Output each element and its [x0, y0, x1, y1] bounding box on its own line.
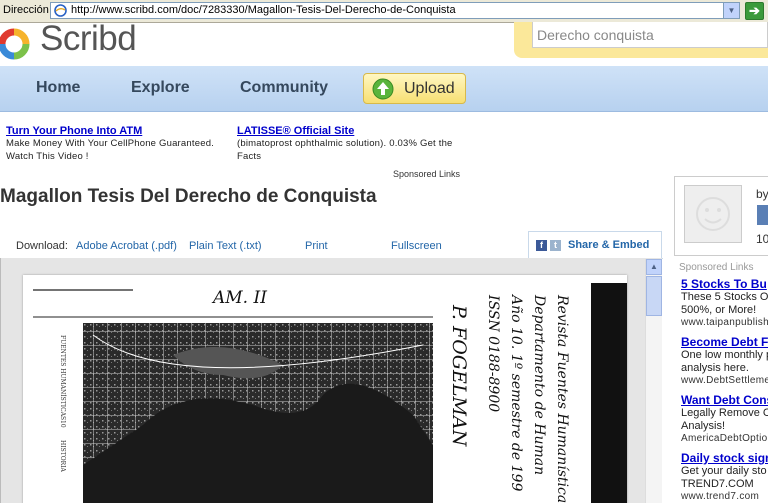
- scribd-logo[interactable]: Scribd: [0, 22, 150, 62]
- side-ad-body: 500%, or More!: [681, 304, 757, 316]
- side-ad: Become Debt Fr One low monthly p analysi…: [681, 335, 768, 386]
- avatar[interactable]: [684, 185, 742, 243]
- address-bar: Dirección http://www.scribd.com/doc/7283…: [0, 0, 768, 23]
- download-pdf-link[interactable]: Adobe Acrobat (.pdf): [76, 240, 177, 252]
- handwritten-line: Año 10. 1º semestre de 199: [508, 293, 524, 491]
- ad-title-link[interactable]: Turn Your Phone Into ATM: [6, 125, 234, 137]
- upload-label: Upload: [404, 80, 455, 97]
- side-ad: 5 Stocks To Bu These 5 Stocks O 500%, or…: [681, 277, 768, 328]
- scribd-logo-icon: [0, 28, 30, 60]
- side-ad-body: analysis here.: [681, 362, 749, 374]
- handwritten-line: ISSN 0188-8900: [485, 294, 501, 412]
- scroll-up-icon[interactable]: ▲: [646, 259, 662, 275]
- arrow-right-icon: ➔: [749, 3, 760, 18]
- margin-text: HISTORIA: [59, 440, 66, 473]
- side-ad: Want Debt Cons Legally Remove C Analysis…: [681, 393, 768, 444]
- nav-community[interactable]: Community: [240, 79, 328, 97]
- print-link[interactable]: Print: [305, 240, 328, 252]
- ad-title-link[interactable]: LATISSE® Official Site: [237, 125, 463, 137]
- side-ad-title-link[interactable]: Want Debt Cons: [681, 393, 768, 407]
- scroll-thumb[interactable]: [646, 276, 662, 316]
- logo-text: Scribd: [40, 22, 137, 58]
- nav-explore[interactable]: Explore: [131, 79, 190, 97]
- side-ad-body: Legally Remove C: [681, 407, 768, 419]
- side-ad-url[interactable]: www.taipanpublish: [681, 317, 768, 328]
- upload-button[interactable]: Upload: [363, 73, 466, 104]
- upload-arrow-icon: [372, 78, 394, 100]
- sponsored-links-label: Sponsored Links: [393, 169, 461, 179]
- side-ad-url[interactable]: AmericaDebtOptio: [681, 433, 768, 444]
- side-ad-body: Get your daily sto: [681, 465, 767, 477]
- side-ad-title-link[interactable]: 5 Stocks To Bu: [681, 277, 768, 291]
- ad-latisse: LATISSE® Official Site (bimatoprost opht…: [237, 125, 463, 163]
- handwritten-name: P. FOGELMAN: [448, 304, 470, 448]
- ad-phone-atm: Turn Your Phone Into ATM Make Money With…: [6, 125, 234, 163]
- viewer-scrollbar[interactable]: ▲: [645, 259, 662, 503]
- download-txt-link[interactable]: Plain Text (.txt): [189, 240, 262, 252]
- go-button[interactable]: ➔: [745, 2, 764, 20]
- url-text: http://www.scribd.com/doc/7283330/Magall…: [71, 4, 456, 16]
- share-embed-tab[interactable]: f t Share & Embed: [528, 231, 662, 259]
- side-ad-body: Analysis!: [681, 420, 726, 432]
- handwritten-line: Departamento de Human: [531, 294, 547, 475]
- facebook-icon: f: [536, 240, 547, 251]
- url-field[interactable]: http://www.scribd.com/doc/7283330/Magall…: [50, 2, 740, 19]
- handwritten-line: Revista Fuentes Humanística: [554, 294, 570, 503]
- default-avatar-icon: [696, 197, 730, 231]
- margin-text: 10: [59, 420, 66, 428]
- download-label: Download:: [16, 240, 68, 252]
- side-ad-body: One low monthly p: [681, 349, 768, 361]
- author-thumbnail[interactable]: [757, 205, 768, 225]
- side-ad-body: These 5 Stocks O: [681, 291, 768, 303]
- author-profile-box: by 10: [674, 176, 768, 256]
- fullscreen-link[interactable]: Fullscreen: [391, 240, 442, 252]
- search-input[interactable]: [532, 22, 768, 48]
- side-ad-body: TREND7.COM: [681, 478, 754, 490]
- scanned-page-image: AM. II P. FOGELMAN Revista Fuentes Human…: [33, 283, 627, 503]
- handwritten-note: AM. II: [211, 288, 267, 308]
- ie-page-icon: [54, 4, 67, 17]
- sponsored-links-label: Sponsored Links: [679, 262, 754, 273]
- chevron-down-icon[interactable]: ▼: [723, 3, 739, 18]
- margin-text: FUENTES HUMANÍSTICAS: [59, 335, 66, 420]
- share-embed-label: Share & Embed: [568, 239, 650, 251]
- document-viewer[interactable]: AM. II P. FOGELMAN Revista Fuentes Human…: [0, 258, 662, 503]
- side-ad-title-link[interactable]: Become Debt Fr: [681, 335, 768, 349]
- side-ad-url[interactable]: www.trend7.com: [681, 491, 768, 502]
- ad-body: (bimatoprost ophthalmic solution). 0.03%…: [237, 138, 453, 162]
- ad-body: Make Money With Your CellPhone Guarantee…: [6, 138, 215, 162]
- document-page: AM. II P. FOGELMAN Revista Fuentes Human…: [23, 275, 627, 503]
- side-ad: Daily stock sign Get your daily sto TREN…: [681, 451, 768, 502]
- author-count: 10: [756, 232, 768, 246]
- author-by-label: by: [756, 187, 768, 201]
- side-ad-title-link[interactable]: Daily stock sign: [681, 451, 768, 465]
- address-label: Dirección: [3, 4, 49, 16]
- side-ad-url[interactable]: www.DebtSettleme: [681, 375, 768, 386]
- twitter-icon: t: [550, 240, 561, 251]
- page-title: Magallon Tesis Del Derecho de Conquista: [0, 186, 377, 207]
- nav-home[interactable]: Home: [36, 79, 80, 97]
